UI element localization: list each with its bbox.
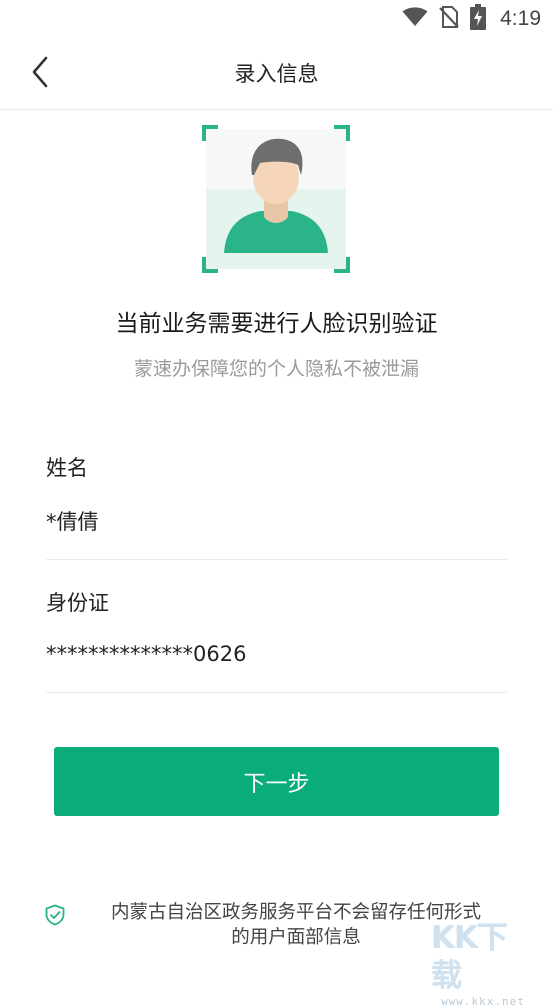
wifi-icon — [402, 7, 428, 31]
page-title: 录入信息 — [234, 62, 319, 86]
status-bar: 4:19 — [0, 0, 553, 38]
no-sim-icon — [438, 5, 460, 33]
id-card-value: **************0626 — [46, 642, 247, 666]
chevron-left-icon — [30, 56, 50, 92]
nav-bar: 录入信息 — [0, 38, 553, 110]
next-step-button[interactable]: 下一步 — [54, 747, 499, 816]
id-card-field: 身份证 **************0626 — [46, 575, 508, 693]
privacy-subline: 蒙速办保障您的个人隐私不被泄漏 — [133, 358, 419, 380]
name-value: *倩倩 — [46, 510, 99, 534]
back-button[interactable] — [20, 54, 60, 94]
kkx-watermark: KK下载 www.kkx.net — [431, 919, 535, 1008]
watermark-logo: KK下载 — [431, 920, 508, 994]
name-label: 姓名 — [46, 456, 88, 480]
battery-charging-icon — [470, 4, 487, 34]
watermark-url: www.kkx.net — [441, 995, 525, 1008]
shield-check-icon — [44, 904, 66, 926]
headline: 当前业务需要进行人脸识别验证 — [115, 311, 438, 337]
status-time: 4:19 — [500, 7, 541, 30]
name-field: 姓名 *倩倩 — [46, 440, 508, 560]
user-face-scan-icon — [202, 125, 350, 273]
id-card-label: 身份证 — [46, 591, 109, 615]
